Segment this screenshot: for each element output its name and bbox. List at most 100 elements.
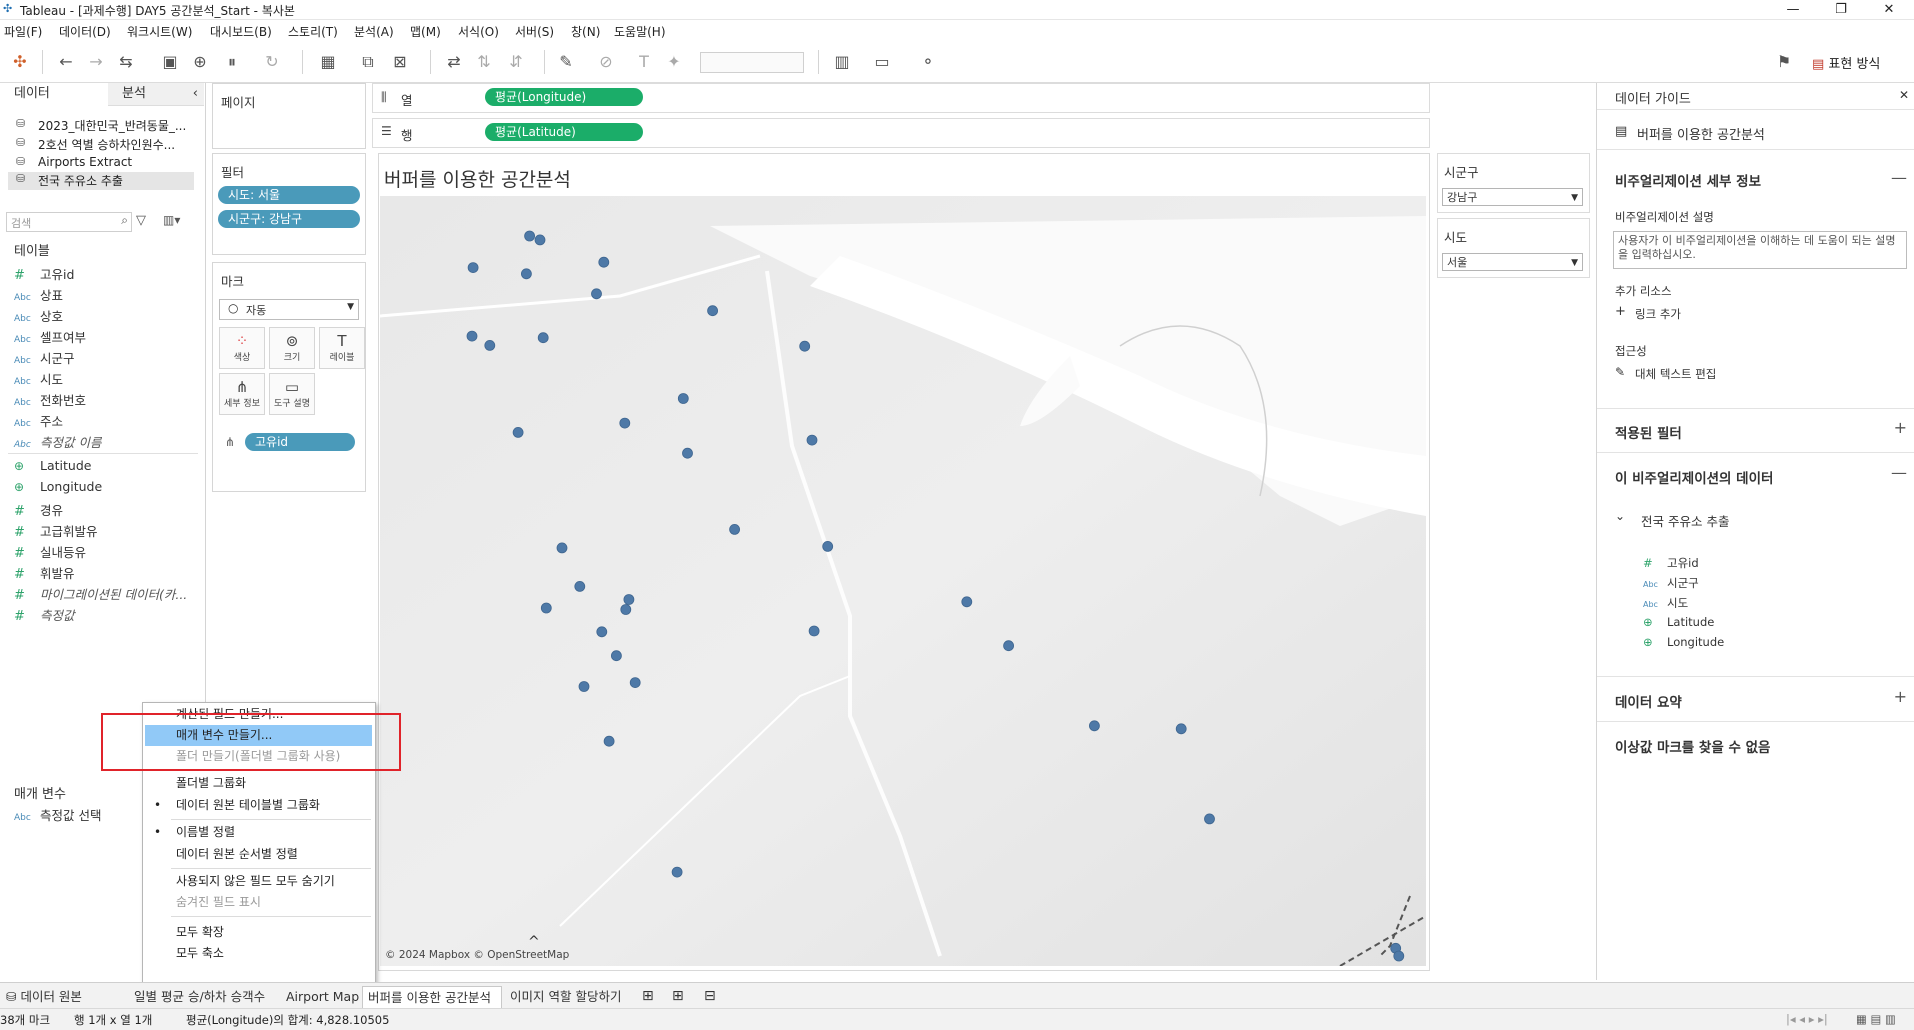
tab-data[interactable]: 데이터 [0, 83, 108, 106]
expand-icon[interactable]: + [1894, 418, 1907, 437]
new-datasource-icon[interactable]: ⊕ [190, 52, 210, 72]
edit-alt-text-button[interactable]: 대체 텍스트 편집 [1635, 366, 1716, 382]
search-field[interactable]: 검색 ⌕ [6, 212, 132, 232]
map-view[interactable]: © 2024 Mapbox © OpenStreetMap ^ [380, 196, 1426, 966]
map-point[interactable] [556, 542, 568, 554]
menu-item-group-by-folder[interactable]: 폴더별 그룹화 [143, 773, 375, 794]
tab-sheet-active[interactable]: 버퍼를 이용한 공간분석 [362, 986, 502, 1008]
tab-sheet[interactable]: Airport Map [282, 986, 359, 1007]
tab-data-source[interactable]: ⛁ 데이터 원본 [4, 986, 116, 1007]
group-icon[interactable]: ⊘ [596, 52, 616, 72]
field-item[interactable]: Abc 주소 [14, 411, 63, 430]
collapse-icon[interactable]: — [1891, 463, 1907, 482]
map-point[interactable] [1393, 950, 1405, 962]
menu-file[interactable]: 파일(F) [4, 23, 42, 40]
field-item[interactable]: # 휘발유 [14, 563, 75, 582]
rows-pill[interactable]: 평균(Latitude) [485, 123, 643, 141]
map-point[interactable] [822, 540, 834, 552]
menu-dashboard[interactable]: 대시보드(B) [210, 23, 272, 40]
field-item[interactable]: # 마이그레이션된 데이터(카... [14, 584, 187, 603]
menu-story[interactable]: 스토리(T) [288, 23, 338, 40]
map-point[interactable] [629, 677, 641, 689]
description-field[interactable]: 사용자가 이 비주얼리제이션을 이해하는 데 도움이 되는 설명을 입력하십시오… [1613, 231, 1907, 269]
map-point[interactable] [520, 268, 532, 280]
menu-map[interactable]: 맵(M) [410, 23, 441, 40]
new-dashboard-icon[interactable]: ⊞ [672, 986, 684, 1007]
label-button[interactable]: T 레이블 [319, 327, 365, 369]
clear-sheet-icon[interactable]: ⊠ [390, 52, 410, 72]
datasource-item[interactable]: ⛁ 2023_대한민국_반려동물_... [16, 117, 186, 134]
map-point[interactable] [806, 434, 818, 446]
detail-pill[interactable]: 고유id [245, 433, 355, 451]
filter-pill[interactable]: 시도: 서울 [218, 186, 360, 204]
pagination-icons[interactable]: |◂ ◂ ▸ ▸| [1786, 1012, 1828, 1026]
map-point[interactable] [619, 417, 631, 429]
show-hide-cards-icon[interactable]: ▥ [832, 52, 852, 72]
filters-shelf[interactable]: 필터 시도: 서울 시군구: 강남구 [212, 153, 366, 255]
map-point[interactable] [808, 625, 820, 637]
menu-item-sort-by-name[interactable]: • 이름별 정렬 [143, 822, 375, 843]
share-icon[interactable]: ⚬ [918, 52, 938, 72]
datasource-item[interactable]: ⛁ 2호선 역별 승하차인원수... [16, 136, 175, 153]
mark-type-dropdown[interactable]: ○ 자동 ▼ [219, 299, 359, 320]
map-point[interactable] [620, 604, 632, 615]
detail-button[interactable]: ⋔ 세부 정보 [219, 373, 265, 415]
map-point[interactable] [677, 393, 689, 404]
rows-shelf[interactable]: ☰ 행 평균(Latitude) [372, 118, 1430, 148]
map-point[interactable] [671, 866, 683, 878]
expand-icon[interactable]: + [1894, 687, 1907, 706]
map-point[interactable] [682, 447, 693, 459]
menu-item-hide-unused-fields[interactable]: 사용되지 않은 필드 모두 숨기기 [143, 871, 375, 892]
pin-icon[interactable]: ✦ [664, 52, 684, 72]
tab-analysis[interactable]: 분석 ‹ [108, 83, 204, 106]
maximize-button[interactable]: ❐ [1818, 0, 1864, 19]
add-link-button[interactable]: 링크 추가 [1635, 306, 1681, 322]
map-point[interactable] [603, 735, 615, 747]
field-item[interactable]: Abc 상호 [14, 306, 63, 325]
new-story-icon[interactable]: ⊟ [704, 986, 716, 1007]
close-guide-icon[interactable]: ✕ [1899, 88, 1909, 102]
tableau-home-icon[interactable]: ✣ [10, 52, 30, 72]
close-window-button[interactable]: ✕ [1866, 0, 1912, 19]
view-mode-icons[interactable]: ▦ ▤ ▥ [1856, 1012, 1896, 1026]
menu-analysis[interactable]: 분석(A) [354, 23, 394, 40]
menu-item-collapse-all[interactable]: 모두 축소 [143, 943, 375, 964]
columns-pill[interactable]: 평균(Longitude) [485, 88, 643, 106]
collapse-pane-icon[interactable]: ‹ [193, 83, 198, 105]
menu-item-group-by-table[interactable]: • 데이터 원본 테이블별 그룹화 [143, 795, 375, 816]
fit-dropdown[interactable] [700, 52, 804, 73]
pause-update-icon[interactable]: ⏸ [222, 52, 242, 72]
menu-help[interactable]: 도움말(H) [614, 23, 666, 40]
map-point[interactable] [729, 523, 741, 535]
view-options-icon[interactable]: ▥▾ [163, 213, 180, 227]
map-point[interactable] [578, 681, 590, 692]
map-point[interactable] [540, 602, 552, 614]
sigungu-select[interactable]: 강남구 ▼ [1442, 188, 1583, 206]
map-svg[interactable] [380, 196, 1426, 966]
menu-data[interactable]: 데이터(D) [59, 23, 111, 40]
field-item[interactable]: ⊕ Longitude [14, 479, 102, 494]
new-worksheet-icon[interactable]: ⊞ [642, 986, 654, 1007]
minimize-button[interactable]: — [1770, 0, 1816, 19]
map-point[interactable] [1089, 720, 1100, 732]
map-point[interactable] [1204, 813, 1215, 825]
tab-sheet[interactable]: 이미지 역할 할당하기 [506, 986, 621, 1007]
map-point[interactable] [512, 426, 524, 438]
map-point[interactable] [707, 305, 719, 317]
columns-shelf[interactable]: ⫼ 열 평균(Longitude) [372, 83, 1430, 113]
refresh-icon[interactable]: ↻ [262, 52, 282, 72]
menu-server[interactable]: 서버(S) [515, 23, 554, 40]
show-me-button[interactable]: ▤ 표현 방식 [1812, 53, 1880, 72]
map-point[interactable] [466, 330, 478, 342]
duplicate-sheet-icon[interactable]: ⧉ [358, 52, 378, 72]
search-input[interactable]: 검색 [11, 215, 31, 231]
tab-sheet[interactable]: 일별 평균 승/하차 승객수 [130, 986, 265, 1007]
format-painter-icon[interactable]: ⚑ [1774, 52, 1794, 72]
map-point[interactable] [1003, 640, 1014, 652]
presentation-mode-icon[interactable]: ▭ [872, 52, 892, 72]
field-item[interactable]: Abc 전화번호 [14, 390, 86, 409]
filter-icon[interactable]: ▽ [136, 213, 146, 228]
map-point[interactable] [591, 288, 602, 300]
field-item[interactable]: # 고유id [14, 264, 74, 283]
swap-axes-icon[interactable]: ⇄ [444, 52, 464, 72]
